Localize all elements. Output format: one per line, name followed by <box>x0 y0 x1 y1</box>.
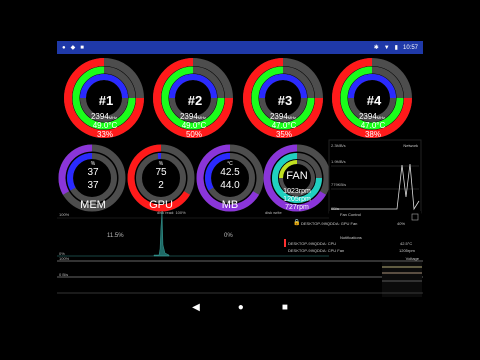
fan-rpm-2: 1205rpm <box>283 196 311 203</box>
gauge-label: MEM <box>80 199 106 211</box>
cpu-clock: 2394MHz <box>180 112 206 121</box>
gauge-value-2: 37 <box>87 180 99 191</box>
notifications-panel[interactable]: Notifications DESKTOP-9I9QDDA: CPU 42.5°… <box>284 235 415 253</box>
gpu-gauge[interactable]: % 75 2 GPU <box>127 144 195 212</box>
back-icon[interactable]: ◀ <box>192 303 200 313</box>
notification-name: DESKTOP-9I9QDDA: CPU Fan <box>288 248 344 253</box>
fan-rpm-1: 1023rpm <box>283 188 311 195</box>
disk-write-pct: 0% <box>224 233 233 239</box>
cpu-clock: 2394MHz <box>91 112 117 121</box>
fan-control-device: DESKTOP-9I9QDDA: GPU Fan <box>301 221 357 226</box>
fan-gauge[interactable]: FAN 1023rpm 1205rpm 727rpm <box>263 144 331 212</box>
cpu-label: #1 <box>99 93 113 108</box>
navigation-bar: ◀ ● ■ <box>57 297 423 319</box>
cpu-label: #3 <box>278 93 292 108</box>
dashboard-canvas: #1 2394MHz 49.0°C 33% #2 2394MHz 49.0°C … <box>57 58 423 297</box>
lower-mid-left: 0 B/s <box>59 272 68 277</box>
network-tick: 0B/s <box>331 206 339 211</box>
cpu-label: #4 <box>367 93 382 108</box>
disk-write-label: disk write <box>265 210 282 215</box>
notification-value: 42.5°C <box>400 241 412 246</box>
disk-top-left: 100% <box>59 212 70 217</box>
notification-name: DESKTOP-9I9QDDA: CPU <box>288 241 336 246</box>
fan-control-panel[interactable]: Fan Control 🔒 DESKTOP-9I9QDDA: GPU Fan 4… <box>293 211 421 231</box>
gauge-value-1: 42.5 <box>220 167 240 178</box>
mb-gauge[interactable]: °C 42.5 44.0 MB <box>196 144 264 212</box>
recents-icon[interactable]: ■ <box>282 303 288 313</box>
fan-control-value: 40% <box>397 221 405 226</box>
cpu-label: #2 <box>188 93 202 108</box>
cpu-load: 33% <box>97 130 113 139</box>
gauge-value-1: 37 <box>87 167 99 178</box>
cpu-gauge-1[interactable]: #1 2394MHz 49.0°C 33% <box>64 58 144 139</box>
cpu-temp: 49.0°C <box>93 121 118 130</box>
gauge-label: MB <box>222 199 239 211</box>
notifications-title: Notifications <box>340 235 362 240</box>
voltage-title: Voltage <box>406 256 420 261</box>
fan-control-lock-icon: 🔒 <box>293 218 300 226</box>
network-title: Network <box>403 143 418 148</box>
notification-indicator <box>284 239 286 247</box>
app-screen: ● ◆ ■ ✱ ▼ ▮ 10:57 #1 2394MHz 49.0°C 33% <box>57 41 423 319</box>
cpu-gauge-2[interactable]: #2 2394MHz 49.0°C 50% <box>153 58 233 139</box>
lower-top-left: 100% <box>59 256 70 261</box>
gauge-value-2: 2 <box>158 180 164 191</box>
mem-gauge[interactable]: % 37 37 MEM <box>58 144 126 212</box>
cpu-temp: 49.0°C <box>182 121 207 130</box>
gauge-value-2: 44.0 <box>220 180 240 191</box>
cpu-gauge-4[interactable]: #4 2394MHz 47.0°C 38% <box>332 58 412 139</box>
fan-rpm-3: 727rpm <box>285 204 309 211</box>
cpu-temp: 47.0°C <box>361 121 386 130</box>
gauge-value-1: 75 <box>155 167 167 178</box>
lower-panels[interactable]: 100% 0 B/s Voltage <box>57 256 423 297</box>
notification-value: 1205rpm <box>399 248 415 253</box>
cpu-temp: 47.0°C <box>272 121 297 130</box>
disk-read-label: disk read: 100% <box>157 210 186 215</box>
network-tick: 779KB/s <box>331 182 346 187</box>
cpu-load: 35% <box>276 130 292 139</box>
disk-read-pct: 11.5% <box>107 233 124 239</box>
gauge-label: FAN <box>286 170 307 182</box>
cpu-clock: 2394MHz <box>270 112 296 121</box>
cpu-clock: 2394MHz <box>359 112 385 121</box>
cpu-load: 50% <box>186 130 202 139</box>
network-tick: 2.3MB/s <box>331 143 346 148</box>
network-tick: 1.9MB/s <box>331 159 346 164</box>
home-icon[interactable]: ● <box>238 303 244 313</box>
cpu-gauge-3[interactable]: #3 2394MHz 47.0°C 35% <box>243 58 323 139</box>
network-panel[interactable]: Network 2.3MB/s 1.9MB/s 779KB/s 0B/s <box>328 139 422 214</box>
cpu-load: 38% <box>365 130 381 139</box>
fan-control-title: Fan Control <box>340 212 361 217</box>
